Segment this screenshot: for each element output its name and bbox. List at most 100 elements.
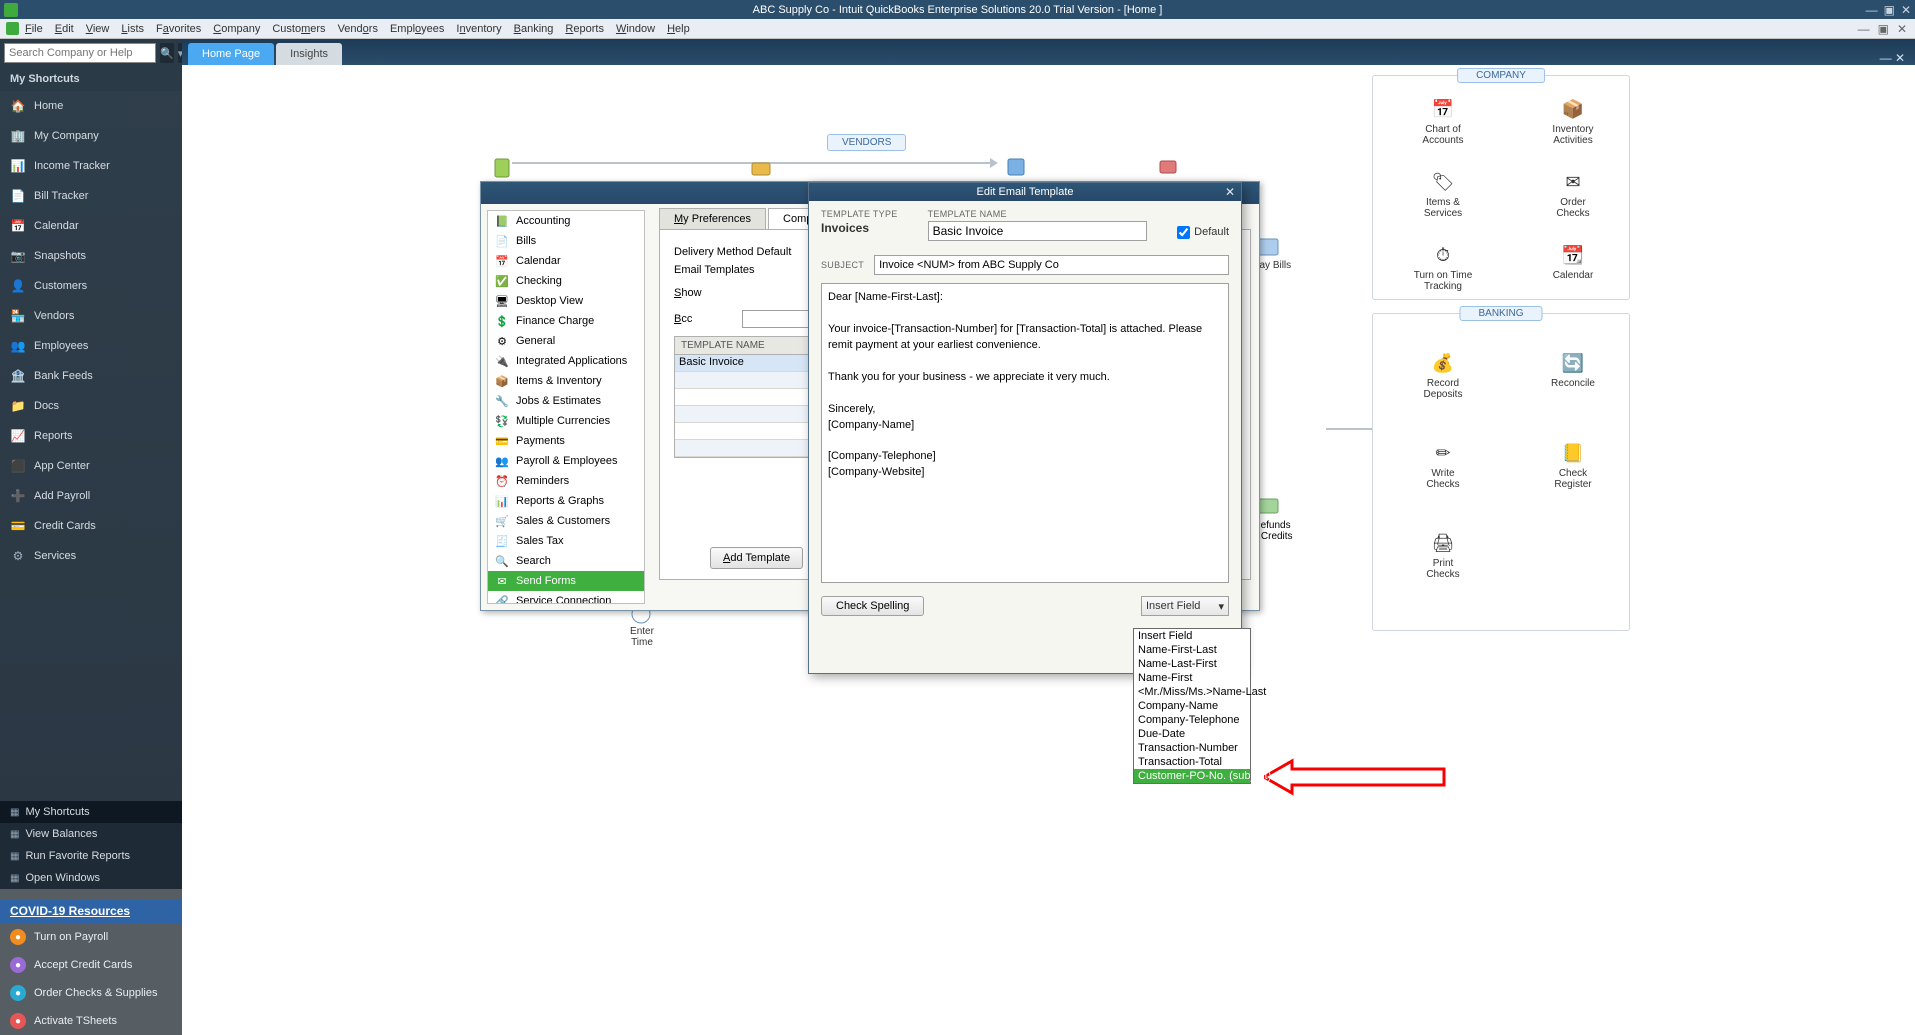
- banking-item[interactable]: 📒CheckRegister: [1523, 442, 1623, 490]
- search-input[interactable]: [4, 43, 156, 63]
- bottom-nav-run-favorite-reports[interactable]: Run Favorite Reports: [0, 845, 182, 867]
- menu-favorites[interactable]: Favorites: [156, 23, 201, 35]
- pref-category-items-inventory[interactable]: 📦Items & Inventory: [488, 371, 644, 391]
- mdi-minimize-icon[interactable]: —: [1858, 22, 1870, 36]
- resource-activate-tsheets[interactable]: ●Activate TSheets: [0, 1007, 182, 1035]
- template-name-input[interactable]: [928, 221, 1148, 241]
- sidebar-item-income-tracker[interactable]: 📊Income Tracker: [0, 151, 182, 181]
- tab-my-preferences[interactable]: My Preferences: [659, 208, 766, 229]
- maximize-icon[interactable]: ▣: [1884, 3, 1895, 17]
- banking-item[interactable]: 💰RecordDeposits: [1393, 352, 1493, 400]
- tab-insights[interactable]: Insights: [276, 43, 342, 65]
- workflow-icon[interactable]: [1004, 155, 1028, 175]
- company-item[interactable]: ⏱Turn on TimeTracking: [1393, 244, 1493, 292]
- minimize-icon[interactable]: —: [1866, 3, 1878, 17]
- pref-category-payroll-employees[interactable]: 👥Payroll & Employees: [488, 451, 644, 471]
- menu-help[interactable]: Help: [667, 23, 690, 35]
- bottom-nav-view-balances[interactable]: View Balances: [0, 823, 182, 845]
- mdi-close-icon[interactable]: ✕: [1897, 22, 1907, 36]
- menu-window[interactable]: Window: [616, 23, 655, 35]
- pref-category-desktop-view[interactable]: 🖥Desktop View: [488, 291, 644, 311]
- insert-field-option[interactable]: Insert Field: [1134, 629, 1250, 643]
- pref-category-service-connection[interactable]: 🔗Service Connection: [488, 591, 644, 604]
- pref-category-jobs-estimates[interactable]: 🔧Jobs & Estimates: [488, 391, 644, 411]
- menu-edit[interactable]: Edit: [55, 23, 74, 35]
- mdi-maximize-icon[interactable]: ▣: [1878, 22, 1889, 36]
- close-page-icon[interactable]: — ✕: [1870, 51, 1915, 65]
- menu-reports[interactable]: Reports: [565, 23, 604, 35]
- sidebar-item-calendar[interactable]: 📅Calendar: [0, 211, 182, 241]
- company-item[interactable]: 📆Calendar: [1523, 244, 1623, 281]
- pref-category-search[interactable]: 🔍Search: [488, 551, 644, 571]
- workflow-icon[interactable]: [492, 157, 516, 177]
- tab-home-page[interactable]: Home Page: [188, 43, 274, 65]
- menu-banking[interactable]: Banking: [514, 23, 554, 35]
- add-template-button[interactable]: Add Template: [710, 547, 803, 569]
- default-checkbox[interactable]: [1177, 226, 1190, 239]
- company-item[interactable]: ✉OrderChecks: [1523, 171, 1623, 219]
- close-icon[interactable]: ✕: [1901, 3, 1911, 17]
- insert-field-option[interactable]: Name-First-Last: [1134, 643, 1250, 657]
- company-item[interactable]: 📦InventoryActivities: [1523, 98, 1623, 146]
- insert-field-option[interactable]: Name-First: [1134, 671, 1250, 685]
- insert-field-menu[interactable]: Insert FieldName-First-LastName-Last-Fir…: [1133, 628, 1251, 784]
- pref-category-accounting[interactable]: 📗Accounting: [488, 211, 644, 231]
- insert-field-option[interactable]: Transaction-Number: [1134, 741, 1250, 755]
- sidebar-item-snapshots[interactable]: 📷Snapshots: [0, 241, 182, 271]
- pref-category-reminders[interactable]: ⏰Reminders: [488, 471, 644, 491]
- bottom-nav-my-shortcuts[interactable]: My Shortcuts: [0, 801, 182, 823]
- insert-field-dropdown[interactable]: Insert Field▾: [1141, 596, 1229, 616]
- menu-lists[interactable]: Lists: [121, 23, 144, 35]
- insert-field-option[interactable]: Company-Name: [1134, 699, 1250, 713]
- pref-category-sales-customers[interactable]: 🛒Sales & Customers: [488, 511, 644, 531]
- workflow-icon[interactable]: [1156, 155, 1180, 175]
- insert-field-option[interactable]: Company-Telephone: [1134, 713, 1250, 727]
- insert-field-option[interactable]: Due-Date: [1134, 727, 1250, 741]
- sidebar-item-app-center[interactable]: ⬛App Center: [0, 451, 182, 481]
- search-icon[interactable]: 🔍: [160, 43, 174, 63]
- sidebar-item-reports[interactable]: 📈Reports: [0, 421, 182, 451]
- pref-category-reports-graphs[interactable]: 📊Reports & Graphs: [488, 491, 644, 511]
- menu-view[interactable]: View: [86, 23, 110, 35]
- menu-company[interactable]: Company: [213, 23, 260, 35]
- pref-category-finance-charge[interactable]: 💲Finance Charge: [488, 311, 644, 331]
- resource-accept-credit-cards[interactable]: ●Accept Credit Cards: [0, 951, 182, 979]
- company-item[interactable]: 🏷Items &Services: [1393, 171, 1493, 219]
- pref-category-integrated-applications[interactable]: 🔌Integrated Applications: [488, 351, 644, 371]
- sidebar-item-home[interactable]: 🏠Home: [0, 91, 182, 121]
- pref-category-send-forms[interactable]: ✉Send Forms: [488, 571, 644, 591]
- sidebar-item-employees[interactable]: 👥Employees: [0, 331, 182, 361]
- bottom-nav-open-windows[interactable]: Open Windows: [0, 867, 182, 889]
- banking-item[interactable]: ✏WriteChecks: [1393, 442, 1493, 490]
- subject-input[interactable]: [874, 255, 1229, 275]
- pref-category-sales-tax[interactable]: 🧾Sales Tax: [488, 531, 644, 551]
- resource-turn-on-payroll[interactable]: ●Turn on Payroll: [0, 923, 182, 951]
- sidebar-item-add-payroll[interactable]: ➕Add Payroll: [0, 481, 182, 511]
- banking-item[interactable]: 🔄Reconcile: [1523, 352, 1623, 389]
- workflow-icon[interactable]: [750, 157, 774, 177]
- company-item[interactable]: 📅Chart ofAccounts: [1393, 98, 1493, 146]
- sidebar-item-bank-feeds[interactable]: 🏦Bank Feeds: [0, 361, 182, 391]
- check-spelling-button[interactable]: Check Spelling: [821, 596, 924, 616]
- pref-category-calendar[interactable]: 📅Calendar: [488, 251, 644, 271]
- pref-category-checking[interactable]: ✅Checking: [488, 271, 644, 291]
- menu-customers[interactable]: Customers: [272, 23, 325, 35]
- pref-category-bills[interactable]: 📄Bills: [488, 231, 644, 251]
- sidebar-item-docs[interactable]: 📁Docs: [0, 391, 182, 421]
- close-icon[interactable]: ✕: [1225, 185, 1235, 199]
- insert-field-option[interactable]: Transaction-Total: [1134, 755, 1250, 769]
- menu-vendors[interactable]: Vendors: [338, 23, 378, 35]
- sidebar-item-credit-cards[interactable]: 💳Credit Cards: [0, 511, 182, 541]
- menu-employees[interactable]: Employees: [390, 23, 444, 35]
- pref-category-general[interactable]: ⚙General: [488, 331, 644, 351]
- sidebar-item-services[interactable]: ⚙Services: [0, 541, 182, 571]
- resource-order-checks-&-supplies[interactable]: ●Order Checks & Supplies: [0, 979, 182, 1007]
- sidebar-item-my-company[interactable]: 🏢My Company: [0, 121, 182, 151]
- menu-inventory[interactable]: Inventory: [456, 23, 501, 35]
- insert-field-option[interactable]: <Mr./Miss/Ms.>Name-Last: [1134, 685, 1250, 699]
- sidebar-item-vendors[interactable]: 🏪Vendors: [0, 301, 182, 331]
- email-body-textarea[interactable]: [821, 283, 1229, 583]
- banking-item[interactable]: 🖨PrintChecks: [1393, 532, 1493, 580]
- pref-category-multiple-currencies[interactable]: 💱Multiple Currencies: [488, 411, 644, 431]
- menu-file[interactable]: File: [25, 23, 43, 35]
